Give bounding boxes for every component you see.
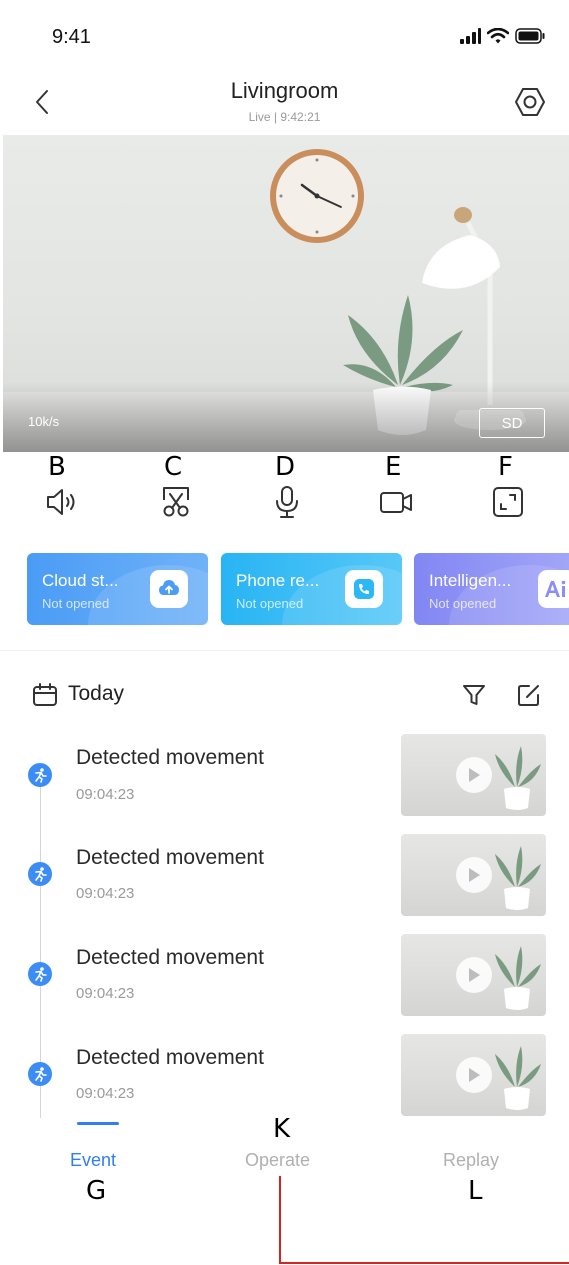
annotation-line-horizontal [279, 1262, 569, 1264]
page-title: Livingroom [230, 78, 339, 103]
motion-event-icon [28, 1062, 52, 1086]
bitrate-label: 10k/s [28, 414, 60, 429]
card-title: Intelligen... [429, 571, 512, 590]
cloud-storage-card[interactable]: Cloud st... Not opened [27, 553, 208, 625]
microphone-icon [276, 486, 298, 518]
event-thumbnail[interactable] [401, 834, 546, 916]
play-icon[interactable] [456, 857, 492, 893]
settings-hexagon-icon [515, 88, 545, 116]
status-icons [459, 28, 545, 44]
filter-icon [463, 685, 485, 705]
annotation-b: B [48, 452, 66, 482]
section-divider [0, 650, 569, 651]
ai-icon [538, 570, 569, 608]
screenshot-button[interactable] [158, 484, 194, 520]
event-time: 09:04:23 [76, 985, 135, 1002]
card-status: Not opened [42, 596, 110, 611]
fullscreen-icon [493, 487, 523, 517]
date-label: Today [68, 682, 125, 705]
tab-event[interactable]: Event [70, 1150, 116, 1171]
tab-replay[interactable]: Replay [443, 1150, 499, 1171]
scissors-icon [163, 487, 189, 517]
event-thumbnail[interactable] [401, 1034, 546, 1116]
active-tab-indicator [77, 1122, 119, 1125]
play-icon[interactable] [456, 757, 492, 793]
phone-recording-card[interactable]: Phone re... Not opened [221, 553, 402, 625]
live-status: Live | 9:42:21 [248, 110, 321, 124]
video-scene-clock [270, 149, 364, 243]
annotation-d: D [275, 452, 296, 482]
calendar-icon [32, 682, 58, 713]
event-time: 09:04:23 [76, 786, 135, 803]
event-title[interactable]: Detected movement [76, 746, 264, 770]
quality-toggle-button[interactable]: SD [479, 408, 545, 438]
event-thumbnail[interactable] [401, 734, 546, 816]
live-video-preview[interactable] [3, 135, 569, 452]
event-title[interactable]: Detected movement [76, 1046, 264, 1070]
annotation-g: G [86, 1176, 107, 1206]
speaker-button[interactable] [44, 484, 80, 520]
card-title: Cloud st... [42, 571, 119, 590]
video-record-icon [380, 492, 412, 513]
card-title: Phone re... [236, 571, 320, 590]
card-status: Not opened [236, 596, 304, 611]
edit-icon [518, 685, 539, 706]
motion-event-icon [28, 862, 52, 886]
annotation-line-vertical [279, 1176, 281, 1264]
edit-button[interactable] [515, 681, 543, 709]
annotation-e: E [385, 452, 402, 482]
intelligent-detection-card[interactable]: Intelligen... Not opened [414, 553, 569, 625]
thumbnail-plant [495, 1046, 541, 1110]
signal-icon [460, 28, 481, 44]
wifi-icon [487, 28, 509, 44]
annotation-k: K [273, 1114, 291, 1144]
event-time: 09:04:23 [76, 885, 135, 902]
microphone-button[interactable] [269, 484, 305, 520]
motion-event-icon [28, 763, 52, 787]
annotation-c: C [164, 452, 183, 482]
thumbnail-plant [495, 946, 541, 1010]
phone-icon [345, 570, 383, 608]
play-icon[interactable] [456, 1057, 492, 1093]
event-time: 09:04:23 [76, 1085, 135, 1102]
motion-event-icon [28, 962, 52, 986]
cloud-upload-icon [150, 570, 188, 608]
thumbnail-plant [495, 846, 541, 910]
battery-icon [515, 28, 545, 44]
settings-button[interactable] [512, 84, 548, 120]
annotation-l: L [468, 1176, 483, 1206]
event-title[interactable]: Detected movement [76, 846, 264, 870]
filter-button[interactable] [460, 681, 488, 709]
annotation-f: F [498, 452, 513, 482]
card-status: Not opened [429, 596, 497, 611]
event-title[interactable]: Detected movement [76, 946, 264, 970]
tab-operate[interactable]: Operate [245, 1150, 310, 1171]
record-button[interactable] [378, 484, 414, 520]
thumbnail-plant [495, 746, 541, 810]
event-thumbnail[interactable] [401, 934, 546, 1016]
status-time: 9:41 [52, 26, 91, 48]
fullscreen-button[interactable] [490, 484, 526, 520]
play-icon[interactable] [456, 957, 492, 993]
speaker-icon [47, 489, 75, 515]
